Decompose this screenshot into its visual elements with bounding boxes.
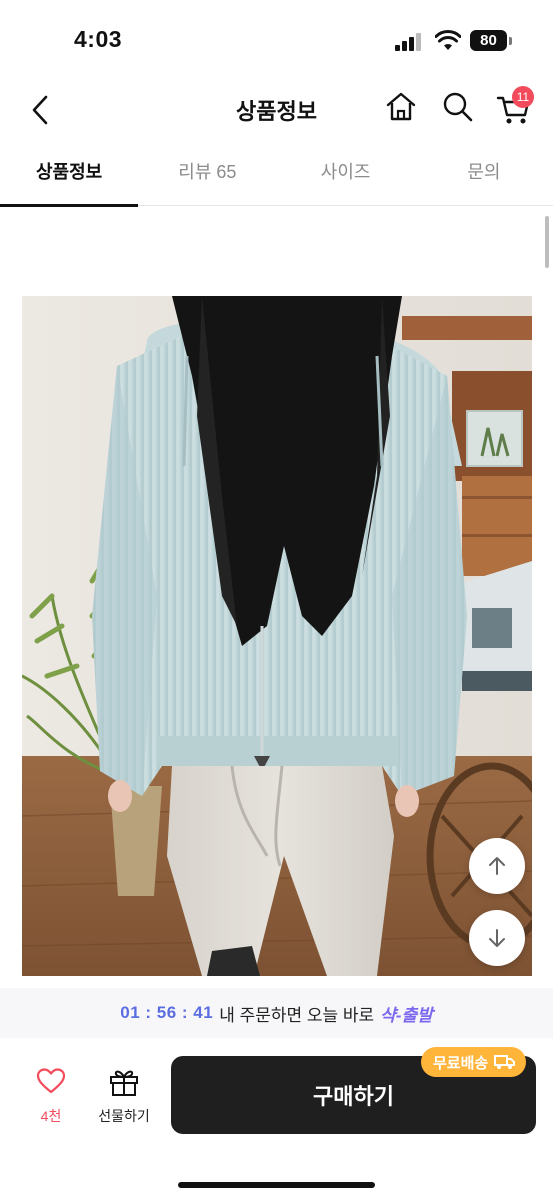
countdown-timer: 01 : 56 : 41 — [120, 1003, 214, 1022]
home-icon — [386, 92, 416, 121]
cellular-signal-icon — [395, 33, 423, 51]
gift-label: 선물하기 — [98, 1108, 150, 1124]
search-icon — [443, 92, 473, 122]
free-shipping-label: 무료배송 — [433, 1054, 489, 1072]
cart-count-badge: 11 — [512, 86, 534, 108]
tab-size[interactable]: 사이즈 — [277, 148, 415, 205]
free-shipping-badge: 무료배송 — [421, 1047, 527, 1077]
truck-icon — [494, 1055, 516, 1069]
gift-button[interactable]: 선물하기 — [92, 1068, 156, 1132]
tab-bar: 상품정보 리뷰 65 사이즈 문의 — [0, 148, 553, 207]
like-button[interactable]: 4천 — [26, 1068, 76, 1132]
like-count: 4천 — [40, 1108, 62, 1124]
battery-icon: 80 — [470, 30, 507, 51]
status-time: 4:03 — [74, 26, 123, 52]
chevron-left-icon — [32, 95, 48, 125]
wifi-icon — [435, 30, 461, 50]
search-button[interactable] — [441, 90, 477, 126]
promo-highlight: 샥-출발 — [380, 1005, 433, 1025]
arrow-up-icon — [489, 857, 505, 875]
arrow-down-icon — [489, 929, 505, 947]
delivery-promo-bar: 01 : 56 : 41 내 주문하면 오늘 바로 샥-출발 — [0, 988, 553, 1038]
tab-reviews[interactable]: 리뷰 65 — [138, 148, 276, 205]
scroll-indicator[interactable] — [545, 216, 549, 268]
product-image — [22, 296, 532, 976]
heart-icon — [36, 1068, 66, 1094]
tab-inquiry[interactable]: 문의 — [415, 148, 553, 205]
promo-message: 내 주문하면 오늘 바로 — [219, 1005, 375, 1025]
scroll-to-bottom-button[interactable] — [469, 910, 525, 966]
home-indicator[interactable] — [178, 1182, 375, 1188]
back-button[interactable] — [22, 90, 58, 130]
product-photo — [22, 296, 532, 976]
scroll-to-top-button[interactable] — [469, 838, 525, 894]
tab-product-info[interactable]: 상품정보 — [0, 148, 139, 207]
status-bar: 4:03 80 — [0, 0, 553, 80]
home-button[interactable] — [384, 90, 420, 126]
header: 상품정보 — [0, 80, 553, 140]
gift-icon — [110, 1070, 138, 1096]
battery-tip — [509, 37, 512, 45]
